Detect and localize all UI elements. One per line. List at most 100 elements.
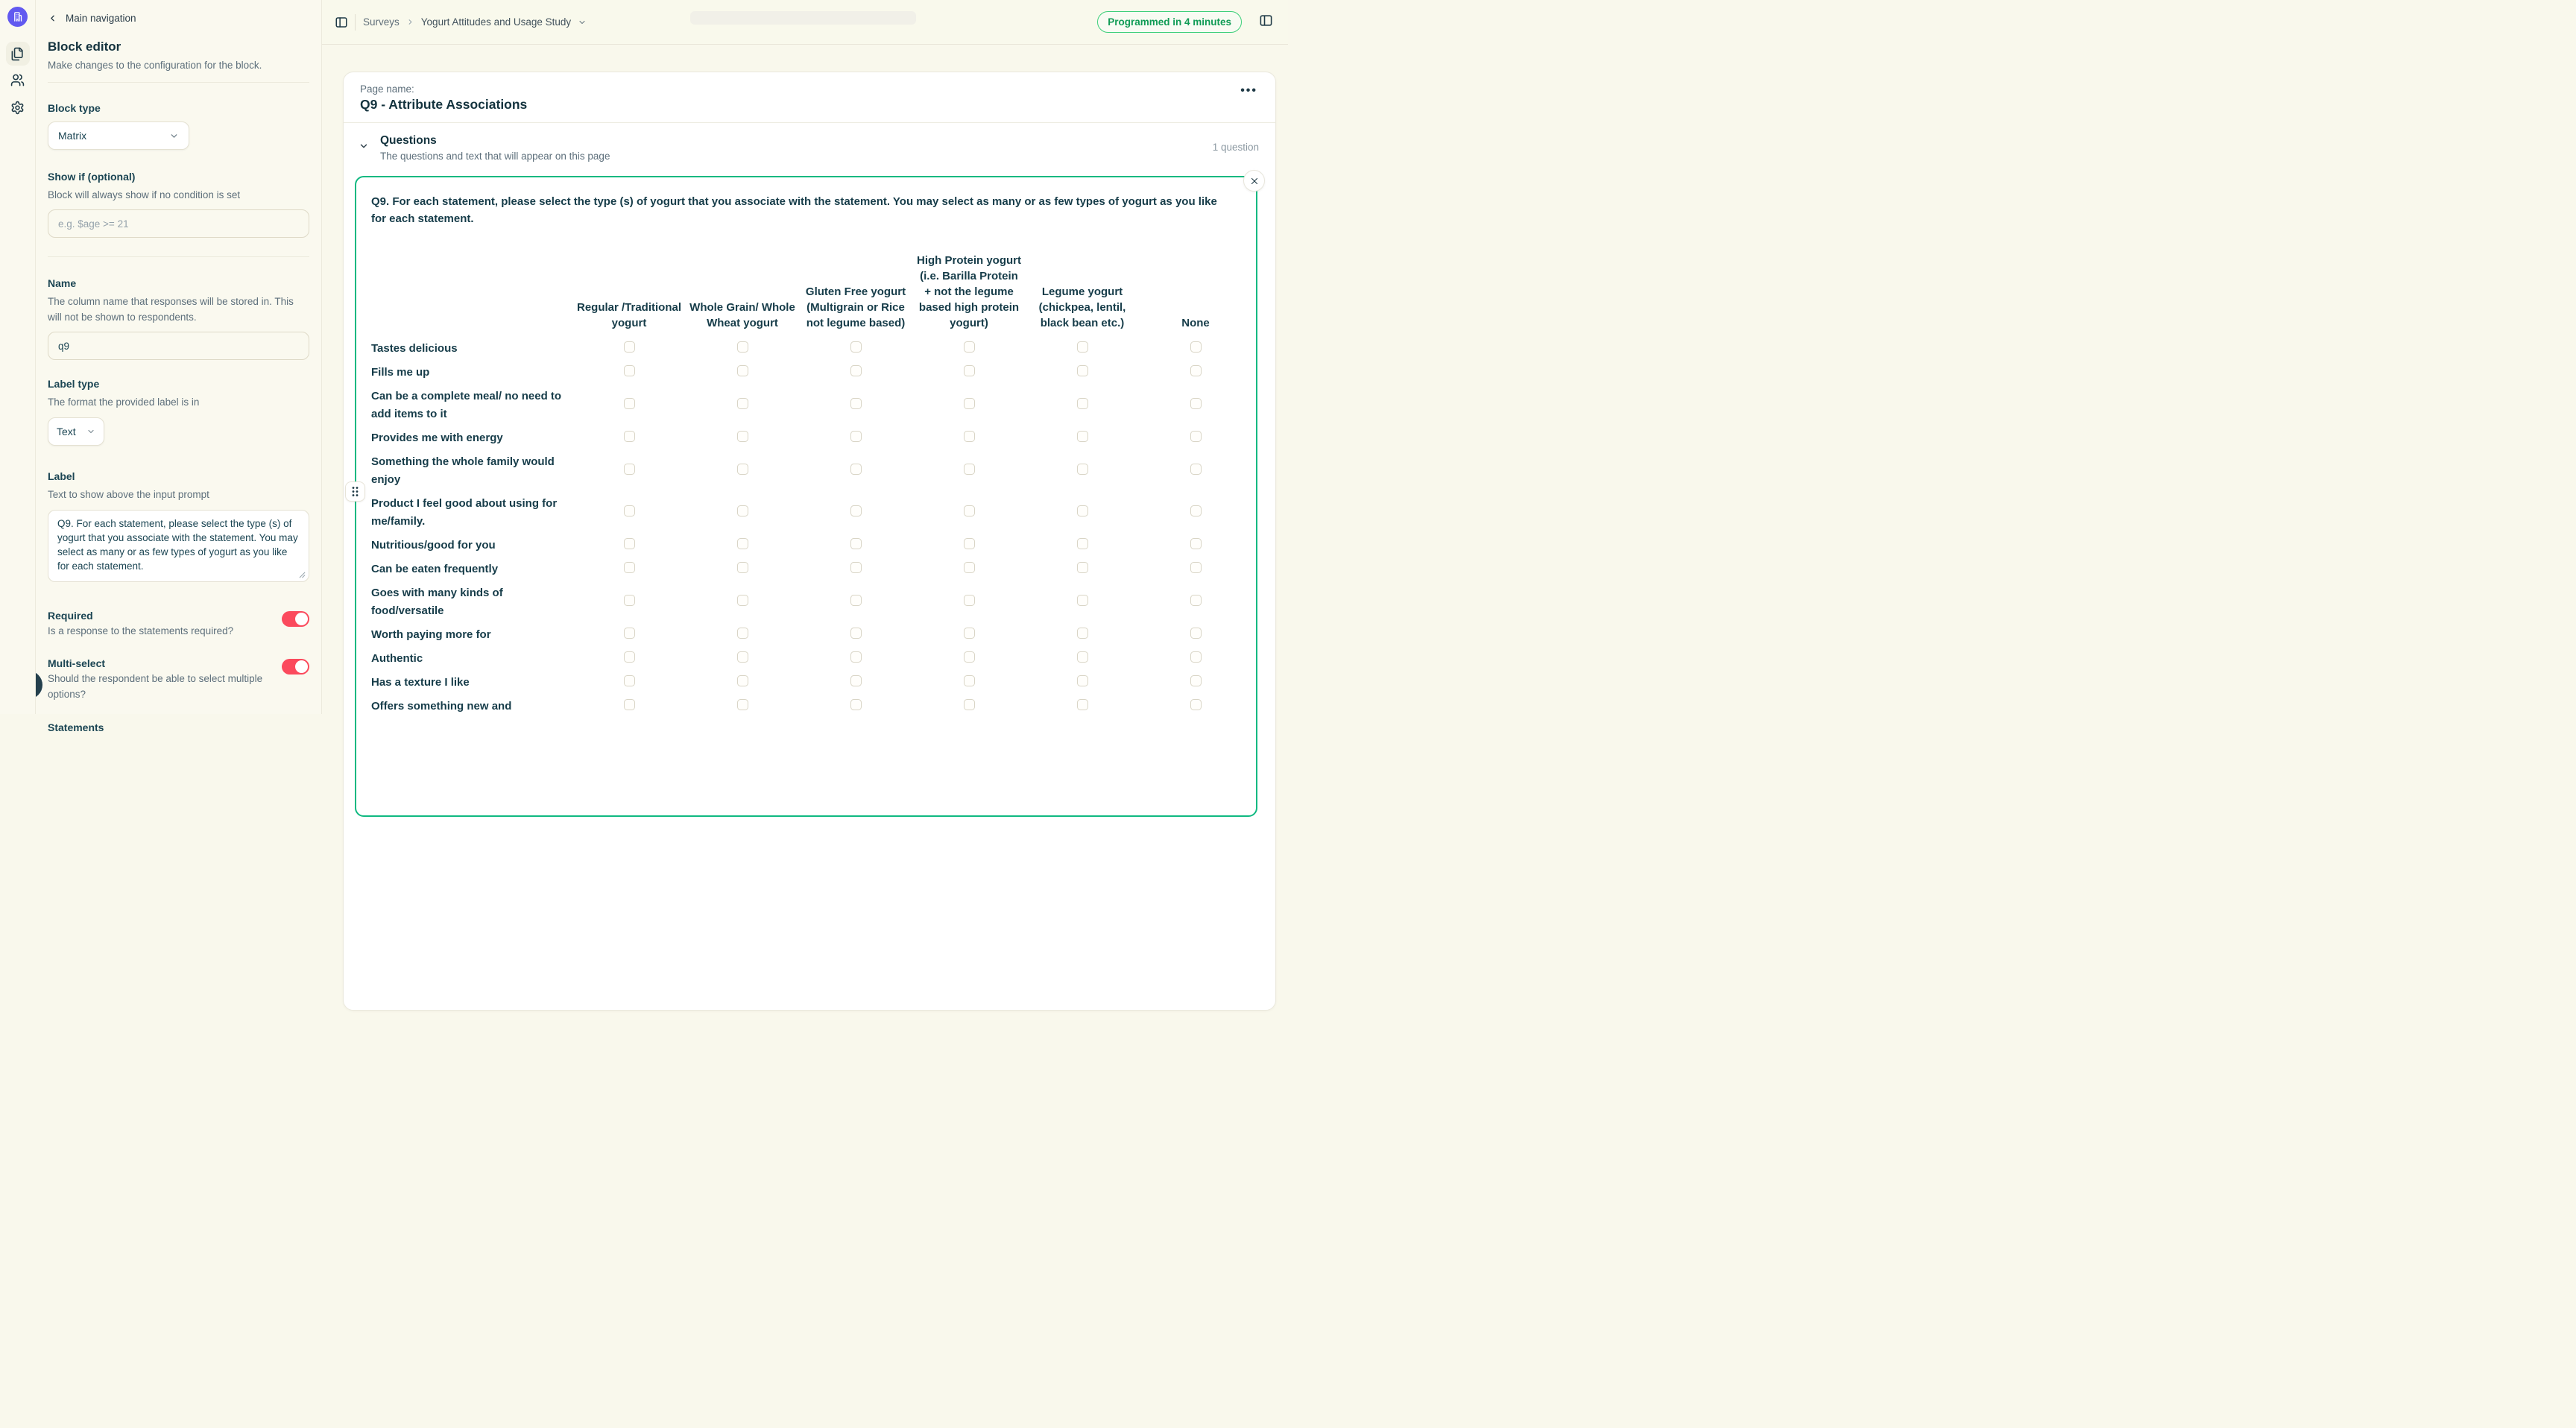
matrix-checkbox[interactable] — [737, 699, 748, 710]
matrix-checkbox[interactable] — [1077, 699, 1088, 710]
matrix-checkbox[interactable] — [1190, 562, 1202, 573]
matrix-checkbox[interactable] — [1077, 538, 1088, 549]
matrix-checkbox[interactable] — [1190, 505, 1202, 516]
matrix-checkbox[interactable] — [1190, 651, 1202, 663]
matrix-checkbox[interactable] — [964, 595, 975, 606]
matrix-checkbox[interactable] — [737, 365, 748, 376]
matrix-checkbox[interactable] — [1190, 628, 1202, 639]
collapse-questions-button[interactable] — [359, 141, 369, 151]
breadcrumb-surveys[interactable]: Surveys — [363, 16, 400, 28]
matrix-checkbox[interactable] — [1077, 464, 1088, 475]
matrix-checkbox[interactable] — [624, 505, 635, 516]
drag-handle[interactable] — [345, 481, 365, 502]
question-block[interactable]: Q9. For each statement, please select th… — [355, 176, 1257, 817]
matrix-checkbox[interactable] — [850, 341, 862, 353]
matrix-checkbox[interactable] — [850, 651, 862, 663]
matrix-checkbox[interactable] — [1190, 595, 1202, 606]
label-textarea[interactable]: Q9. For each statement, please select th… — [48, 510, 309, 582]
matrix-checkbox[interactable] — [624, 699, 635, 710]
name-input[interactable] — [48, 332, 309, 360]
matrix-checkbox[interactable] — [1190, 675, 1202, 686]
matrix-checkbox[interactable] — [624, 651, 635, 663]
matrix-checkbox[interactable] — [737, 505, 748, 516]
back-to-main-navigation[interactable]: Main navigation — [48, 0, 309, 24]
matrix-checkbox[interactable] — [1077, 398, 1088, 409]
matrix-checkbox[interactable] — [1190, 464, 1202, 475]
matrix-checkbox[interactable] — [737, 538, 748, 549]
matrix-checkbox[interactable] — [1190, 341, 1202, 353]
matrix-checkbox[interactable] — [850, 365, 862, 376]
matrix-checkbox[interactable] — [624, 562, 635, 573]
matrix-checkbox[interactable] — [964, 675, 975, 686]
matrix-checkbox[interactable] — [737, 595, 748, 606]
matrix-checkbox[interactable] — [1077, 365, 1088, 376]
matrix-checkbox[interactable] — [737, 628, 748, 639]
matrix-checkbox[interactable] — [624, 628, 635, 639]
matrix-checkbox[interactable] — [1077, 505, 1088, 516]
page-menu-button[interactable]: ••• — [1240, 84, 1257, 98]
matrix-checkbox[interactable] — [964, 431, 975, 442]
matrix-checkbox[interactable] — [964, 628, 975, 639]
matrix-checkbox[interactable] — [737, 464, 748, 475]
label-type-select[interactable]: Text — [48, 417, 104, 446]
matrix-checkbox[interactable] — [1077, 562, 1088, 573]
matrix-checkbox[interactable] — [737, 341, 748, 353]
matrix-checkbox[interactable] — [964, 505, 975, 516]
matrix-checkbox[interactable] — [964, 699, 975, 710]
matrix-checkbox[interactable] — [737, 651, 748, 663]
required-toggle[interactable] — [282, 611, 309, 627]
org-logo[interactable] — [7, 7, 28, 27]
matrix-checkbox[interactable] — [964, 464, 975, 475]
matrix-checkbox[interactable] — [737, 675, 748, 686]
matrix-checkbox[interactable] — [850, 538, 862, 549]
matrix-checkbox[interactable] — [850, 562, 862, 573]
matrix-checkbox[interactable] — [737, 398, 748, 409]
matrix-checkbox[interactable] — [964, 341, 975, 353]
matrix-checkbox[interactable] — [964, 365, 975, 376]
matrix-checkbox[interactable] — [1190, 538, 1202, 549]
matrix-checkbox[interactable] — [1190, 365, 1202, 376]
chevron-down-icon[interactable] — [578, 18, 587, 27]
matrix-checkbox[interactable] — [850, 431, 862, 442]
matrix-checkbox[interactable] — [624, 398, 635, 409]
matrix-checkbox[interactable] — [624, 365, 635, 376]
matrix-checkbox[interactable] — [850, 628, 862, 639]
matrix-checkbox[interactable] — [624, 341, 635, 353]
rail-item-users[interactable] — [6, 68, 30, 92]
matrix-checkbox[interactable] — [1190, 431, 1202, 442]
matrix-checkbox[interactable] — [1077, 651, 1088, 663]
block-type-select[interactable]: Matrix — [48, 121, 189, 150]
rail-item-settings[interactable] — [6, 95, 30, 119]
matrix-checkbox[interactable] — [850, 464, 862, 475]
matrix-checkbox[interactable] — [1077, 595, 1088, 606]
matrix-checkbox[interactable] — [964, 562, 975, 573]
matrix-checkbox[interactable] — [1077, 431, 1088, 442]
matrix-checkbox[interactable] — [964, 538, 975, 549]
multi-select-toggle[interactable] — [282, 659, 309, 674]
matrix-checkbox[interactable] — [850, 595, 862, 606]
matrix-checkbox[interactable] — [737, 562, 748, 573]
matrix-checkbox[interactable] — [964, 651, 975, 663]
matrix-checkbox[interactable] — [1190, 398, 1202, 409]
matrix-checkbox[interactable] — [737, 431, 748, 442]
show-if-input[interactable] — [48, 209, 309, 238]
rail-item-pages[interactable] — [6, 42, 30, 66]
matrix-checkbox[interactable] — [624, 675, 635, 686]
matrix-checkbox[interactable] — [964, 398, 975, 409]
matrix-checkbox[interactable] — [1077, 675, 1088, 686]
matrix-checkbox[interactable] — [850, 505, 862, 516]
matrix-checkbox[interactable] — [850, 699, 862, 710]
matrix-checkbox[interactable] — [624, 595, 635, 606]
matrix-checkbox[interactable] — [1077, 628, 1088, 639]
toggle-right-panel-button[interactable] — [1259, 13, 1273, 28]
matrix-checkbox[interactable] — [850, 675, 862, 686]
remove-question-button[interactable] — [1243, 170, 1265, 192]
matrix-checkbox[interactable] — [850, 398, 862, 409]
toggle-left-panel-button[interactable] — [332, 13, 350, 31]
matrix-checkbox[interactable] — [624, 538, 635, 549]
matrix-checkbox[interactable] — [1077, 341, 1088, 353]
matrix-checkbox[interactable] — [624, 464, 635, 475]
matrix-checkbox[interactable] — [1190, 699, 1202, 710]
breadcrumb-current-survey[interactable]: Yogurt Attitudes and Usage Study — [421, 16, 571, 28]
matrix-checkbox[interactable] — [624, 431, 635, 442]
